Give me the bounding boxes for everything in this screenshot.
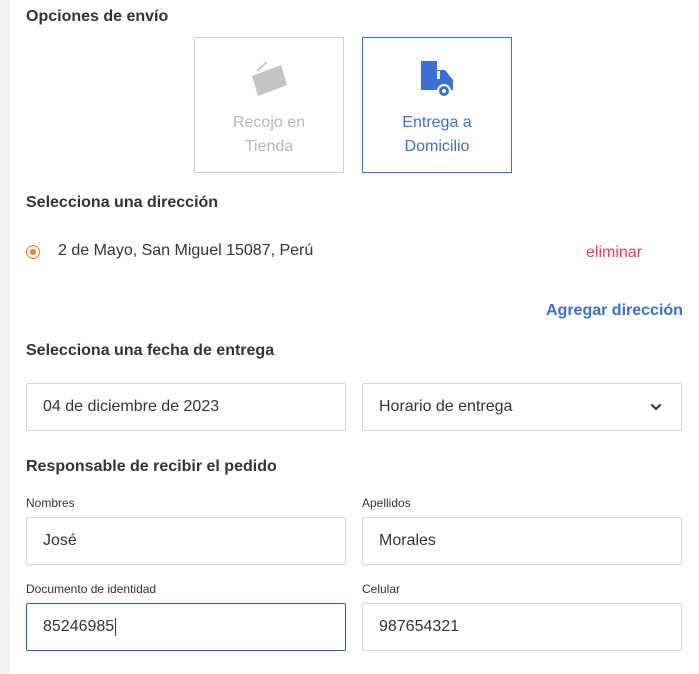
phone-value: 987654321 [379, 618, 460, 635]
address-text: 2 de Mayo, San Miguel 15087, Perú [58, 242, 314, 259]
checkout-panel: Opciones de envío Recojo en Tienda Entre… [10, 0, 699, 674]
delivery-option-line2: Domicilio [404, 138, 470, 155]
home-delivery-option[interactable]: Entrega a Domicilio [362, 37, 512, 173]
pickup-store-option[interactable]: Recojo en Tienda [194, 37, 344, 173]
delivery-option-line1: Entrega a [402, 114, 472, 131]
first-name-label: Nombres [26, 496, 75, 510]
pickup-option-line1: Recojo en [232, 114, 306, 131]
add-address-link[interactable]: Agregar dirección [546, 302, 683, 320]
store-card-icon [195, 58, 343, 100]
delivery-schedule-value: Horario de entrega [379, 398, 513, 415]
shipping-options-title: Opciones de envío [26, 8, 169, 25]
text-cursor [115, 617, 117, 636]
delivery-date-input[interactable]: 04 de diciembre de 2023 [26, 383, 346, 431]
delivery-date-value: 04 de diciembre de 2023 [43, 398, 220, 415]
receiver-section-title: Responsable de recibir el pedido [26, 458, 277, 475]
document-label: Documento de identidad [26, 582, 157, 596]
phone-label: Celular [362, 582, 401, 596]
delivery-schedule-select[interactable]: Horario de entrega [362, 383, 682, 431]
last-name-label: Apellidos [362, 496, 411, 510]
delete-address-link[interactable]: eliminar [586, 244, 642, 262]
chevron-down-icon [651, 404, 661, 411]
document-value: 85246985 [43, 618, 115, 635]
first-name-value: José [43, 532, 77, 549]
address-section-title: Selecciona una dirección [26, 194, 219, 211]
delivery-truck-icon [363, 58, 511, 100]
delivery-date-title: Selecciona una fecha de entrega [26, 342, 275, 359]
document-field[interactable]: 85246985 [26, 603, 346, 651]
pickup-option-line2: Tienda [244, 138, 294, 155]
first-name-field[interactable]: José [26, 517, 346, 565]
last-name-field[interactable]: Morales [362, 517, 682, 565]
last-name-value: Morales [379, 532, 436, 549]
address-radio[interactable] [26, 245, 40, 259]
phone-field[interactable]: 987654321 [362, 603, 682, 651]
